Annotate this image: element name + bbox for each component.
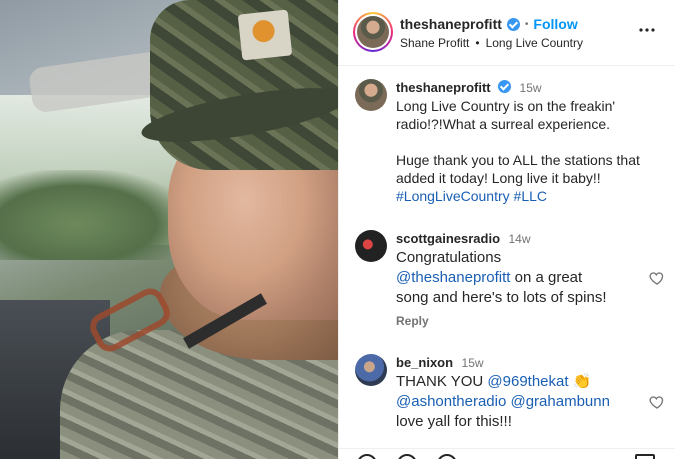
comment-username[interactable]: scottgainesradio: [396, 231, 500, 246]
avatar[interactable]: [355, 79, 387, 111]
avatar[interactable]: [353, 12, 393, 52]
mention-link[interactable]: @grahambunn: [510, 393, 609, 410]
post-header: theshaneprofitt • Follow Shane Profitt •…: [339, 0, 675, 66]
follow-button[interactable]: Follow: [533, 16, 577, 32]
reply-button[interactable]: Reply: [396, 314, 641, 328]
comment-line: radio!?!What a surreal experience.: [396, 116, 610, 132]
more-horizontal-icon[interactable]: [638, 21, 656, 41]
action-bar: [339, 448, 675, 459]
comment-line: song and here's to lots of spins!: [396, 289, 607, 306]
comments-list: theshaneprofitt 15w Long Live Country is…: [339, 67, 675, 447]
comment-text: THANK YOU @969thekat 👏 @ashontheradio @g…: [396, 372, 641, 432]
comment-time[interactable]: 14w: [508, 232, 530, 246]
verified-badge-icon: [506, 17, 520, 31]
comment-line: love yall for this!!!: [396, 413, 512, 430]
header-username[interactable]: theshaneprofitt: [400, 16, 502, 32]
save-bookmark-icon[interactable]: [635, 454, 655, 459]
subtitle-audio[interactable]: Long Live Country: [486, 36, 583, 50]
mention-link[interactable]: @theshaneprofitt: [396, 269, 510, 286]
share-icon[interactable]: [437, 454, 457, 459]
caption-comment: theshaneprofitt 15w Long Live Country is…: [355, 79, 665, 209]
like-icon[interactable]: [357, 454, 377, 459]
post-photo[interactable]: [0, 0, 338, 459]
comment-username[interactable]: be_nixon: [396, 355, 453, 370]
hashtag-link[interactable]: #LongLiveCountry: [396, 188, 510, 204]
post-side-panel: theshaneprofitt • Follow Shane Profitt •…: [338, 0, 675, 459]
comment-time[interactable]: 15w: [462, 356, 484, 370]
comment-body: scottgainesradio 14w Congratulations @th…: [396, 230, 641, 328]
comment-text: Long Live Country is on the freakin' rad…: [396, 97, 641, 205]
comment-icon[interactable]: [397, 454, 417, 459]
comment-body: theshaneprofitt 15w Long Live Country is…: [396, 79, 641, 205]
verified-badge-icon: [498, 80, 512, 93]
mention-link[interactable]: @969thekat: [487, 373, 568, 390]
subtitle-separator: •: [475, 36, 480, 50]
avatar[interactable]: [355, 230, 387, 262]
like-heart-icon[interactable]: [649, 270, 665, 286]
comment-body: be_nixon 15w THANK YOU @969thekat 👏 @ash…: [396, 354, 641, 432]
trees-outside: [0, 170, 190, 260]
comment-username[interactable]: theshaneprofitt: [396, 80, 491, 95]
hat-logo-patch: [237, 9, 293, 61]
comment-line: THANK YOU: [396, 373, 488, 390]
comment-item: scottgainesradio 14w Congratulations @th…: [355, 230, 665, 335]
subtitle-name[interactable]: Shane Profitt: [400, 36, 469, 50]
mention-link[interactable]: @ashontheradio: [396, 393, 506, 410]
comment-line: on a great: [510, 269, 583, 286]
comment-item: be_nixon 15w THANK YOU @969thekat 👏 @ash…: [355, 354, 665, 444]
comment-line: Huge thank you to ALL the stations that: [396, 152, 640, 168]
avatar[interactable]: [355, 354, 387, 386]
comment-line: Congratulations: [396, 249, 502, 266]
comment-text: Congratulations @theshaneprofitt on a gr…: [396, 248, 641, 308]
header-title-row: theshaneprofitt • Follow: [400, 16, 578, 32]
like-heart-icon[interactable]: [649, 394, 665, 410]
hashtag-link[interactable]: #LLC: [514, 188, 547, 204]
header-subtitle: Shane Profitt • Long Live Country: [400, 36, 583, 50]
comment-line: Long Live Country is on the freakin': [396, 98, 616, 114]
comment-time[interactable]: 15w: [520, 81, 542, 95]
clapping-emoji-icon: 👏: [572, 373, 592, 390]
dot-separator: •: [524, 18, 529, 30]
comment-line: added it today! Long live it baby!!: [396, 170, 601, 186]
